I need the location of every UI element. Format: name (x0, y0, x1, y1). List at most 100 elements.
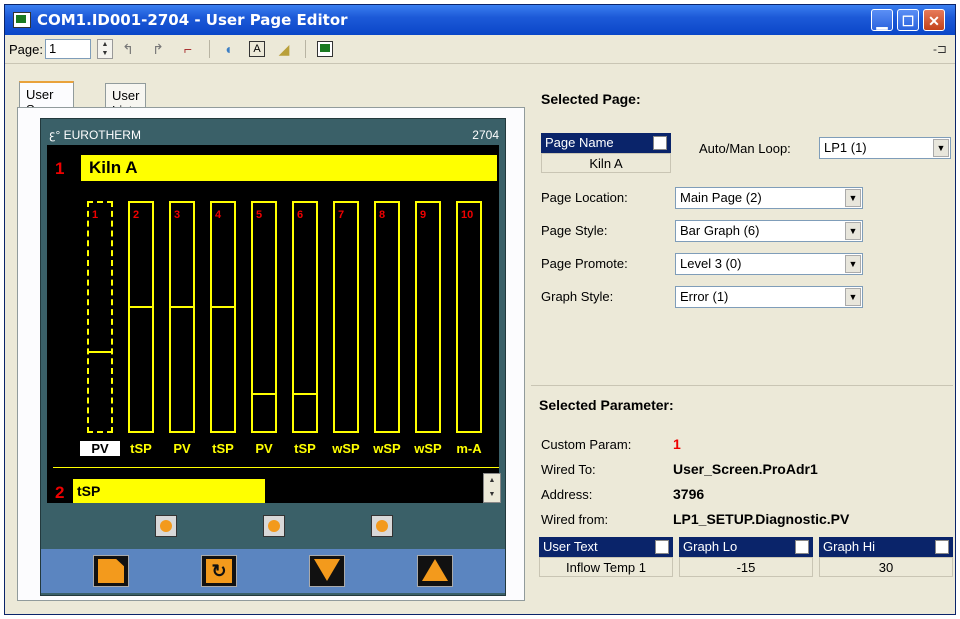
brand-label: ꜫ° EUROTHERM (49, 128, 141, 142)
chevron-down-icon[interactable]: ▼ (933, 139, 949, 157)
bar-label[interactable]: wSP (367, 441, 407, 456)
text-icon[interactable]: A (249, 41, 265, 57)
address-label: Address: (541, 487, 593, 502)
wired-from-label: Wired from: (541, 512, 609, 527)
user-text-checkbox[interactable] (655, 540, 669, 554)
graph-lo-value[interactable]: -15 (679, 557, 813, 577)
auto-man-select[interactable]: LP1 (1) ▼ (819, 137, 951, 159)
page-number-input[interactable]: 1 (45, 39, 91, 59)
next-page-icon[interactable]: ↱ (149, 41, 167, 57)
up-button[interactable] (417, 555, 453, 587)
bar-graph-9[interactable]: 9 (415, 201, 441, 433)
tab-user-list[interactable]: User List (105, 83, 147, 118)
chevron-down-icon[interactable]: ▼ (845, 222, 861, 240)
tag-icon[interactable]: ◖ (219, 41, 237, 57)
bar-label[interactable]: m-A (449, 441, 489, 456)
page-location-label: Page Location: (541, 190, 628, 205)
bar-graph-10[interactable]: 10 (456, 201, 482, 433)
bar-number: 6 (297, 209, 304, 221)
address-value: 3796 (673, 486, 705, 502)
line2-spinner[interactable]: ▲ ▼ (483, 473, 501, 503)
down-button[interactable] (309, 555, 345, 587)
bar-graph-6[interactable]: 6 (292, 201, 318, 433)
bar-graph-8[interactable]: 8 (374, 201, 400, 433)
bar-label[interactable]: PV (80, 441, 120, 456)
app-icon (13, 12, 31, 28)
bar-label[interactable]: PV (244, 441, 284, 456)
bar-level (171, 306, 193, 308)
page-name-header[interactable]: Page Name (541, 133, 671, 153)
graph-lo-header[interactable]: Graph Lo (679, 537, 813, 557)
led-indicator (371, 515, 393, 537)
page-button[interactable] (93, 555, 129, 587)
bar-number: 1 (92, 209, 99, 221)
bar-level (130, 306, 152, 308)
page-promote-select[interactable]: Level 3 (0) ▼ (675, 253, 863, 275)
page-style-label: Page Style: (541, 223, 608, 238)
bar-graph-5[interactable]: 5 (251, 201, 277, 433)
page-location-select[interactable]: Main Page (2) ▼ (675, 187, 863, 209)
line1-title[interactable]: Kiln A (81, 155, 497, 181)
device-icon[interactable] (317, 41, 333, 57)
bar-label[interactable]: wSP (326, 441, 366, 456)
bar-number: 8 (379, 209, 386, 221)
bar-number: 7 (338, 209, 345, 221)
tab-user-screen[interactable]: User Screen (19, 81, 75, 117)
line2-field[interactable]: tSP (73, 479, 265, 503)
bar-label[interactable]: PV (162, 441, 202, 456)
wired-to-label: Wired To: (541, 462, 596, 477)
user-text-header[interactable]: User Text (539, 537, 673, 557)
graph-style-select[interactable]: Error (1) ▼ (675, 286, 863, 308)
title-bar[interactable]: COM1.ID001-2704 - User Page Editor ▁ ☐ ✕ (5, 5, 955, 35)
bar-number: 3 (174, 209, 181, 221)
bar-label[interactable]: tSP (285, 441, 325, 456)
page-spinner[interactable]: ▲ ▼ (97, 39, 113, 59)
bar-level (89, 351, 111, 353)
bar-level (294, 393, 316, 395)
bar-label[interactable]: wSP (408, 441, 448, 456)
page-style-select[interactable]: Bar Graph (6) ▼ (675, 220, 863, 242)
pin-icon[interactable]: -⊐ (933, 42, 947, 56)
window-title: COM1.ID001-2704 - User Page Editor (37, 11, 348, 29)
wired-to-value: User_Screen.ProAdr1 (673, 461, 818, 477)
device-header: ꜫ° EUROTHERM 2704 (49, 125, 499, 145)
chevron-down-icon[interactable]: ▼ (845, 255, 861, 273)
page-name-checkbox[interactable] (653, 136, 667, 150)
page-name-value[interactable]: Kiln A (541, 153, 671, 173)
bar-label[interactable]: tSP (121, 441, 161, 456)
bar-graph-4[interactable]: 4 (210, 201, 236, 433)
eraser-icon[interactable]: ◢ (275, 41, 293, 57)
model-label: 2704 (472, 128, 499, 142)
user-text-value[interactable]: Inflow Temp 1 (539, 557, 673, 577)
selected-parameter-title: Selected Parameter: (539, 397, 674, 413)
chevron-down-icon[interactable]: ▼ (845, 288, 861, 306)
scroll-button[interactable]: ↻ (201, 555, 237, 587)
bar-number: 5 (256, 209, 263, 221)
device-preview: ꜫ° EUROTHERM 2704 1 Kiln A 1 PV 2 tSP 3 PV 4 tS… (40, 118, 506, 596)
minimize-button[interactable]: ▁ (871, 9, 893, 31)
maximize-button[interactable]: ☐ (897, 9, 919, 31)
graph-hi-header[interactable]: Graph Hi (819, 537, 953, 557)
user-screen-panel: ꜫ° EUROTHERM 2704 1 Kiln A 1 PV 2 tSP 3 PV 4 tS… (17, 107, 525, 601)
graph-lo-checkbox[interactable] (795, 540, 809, 554)
last-page-icon[interactable]: ⌐ (179, 41, 197, 57)
bar-graph-7[interactable]: 7 (333, 201, 359, 433)
graph-hi-value[interactable]: 30 (819, 557, 953, 577)
graph-hi-checkbox[interactable] (935, 540, 949, 554)
led-row (41, 511, 505, 545)
led-indicator (155, 515, 177, 537)
led-indicator (263, 515, 285, 537)
device-button-row: ↻ (41, 549, 505, 593)
close-button[interactable]: ✕ (923, 9, 945, 31)
line2-number: 2 (55, 483, 65, 502)
bar-graph-3[interactable]: 3 (169, 201, 195, 433)
bar-graph-2[interactable]: 2 (128, 201, 154, 433)
bar-level (212, 306, 234, 308)
bar-label[interactable]: tSP (203, 441, 243, 456)
bar-graph-1[interactable]: 1 (87, 201, 113, 433)
selected-page-title: Selected Page: (541, 91, 641, 107)
previous-page-icon[interactable]: ↰ (119, 41, 137, 57)
chevron-down-icon[interactable]: ▼ (845, 189, 861, 207)
auto-man-label: Auto/Man Loop: (699, 141, 791, 156)
line1-number: 1 (55, 159, 65, 178)
